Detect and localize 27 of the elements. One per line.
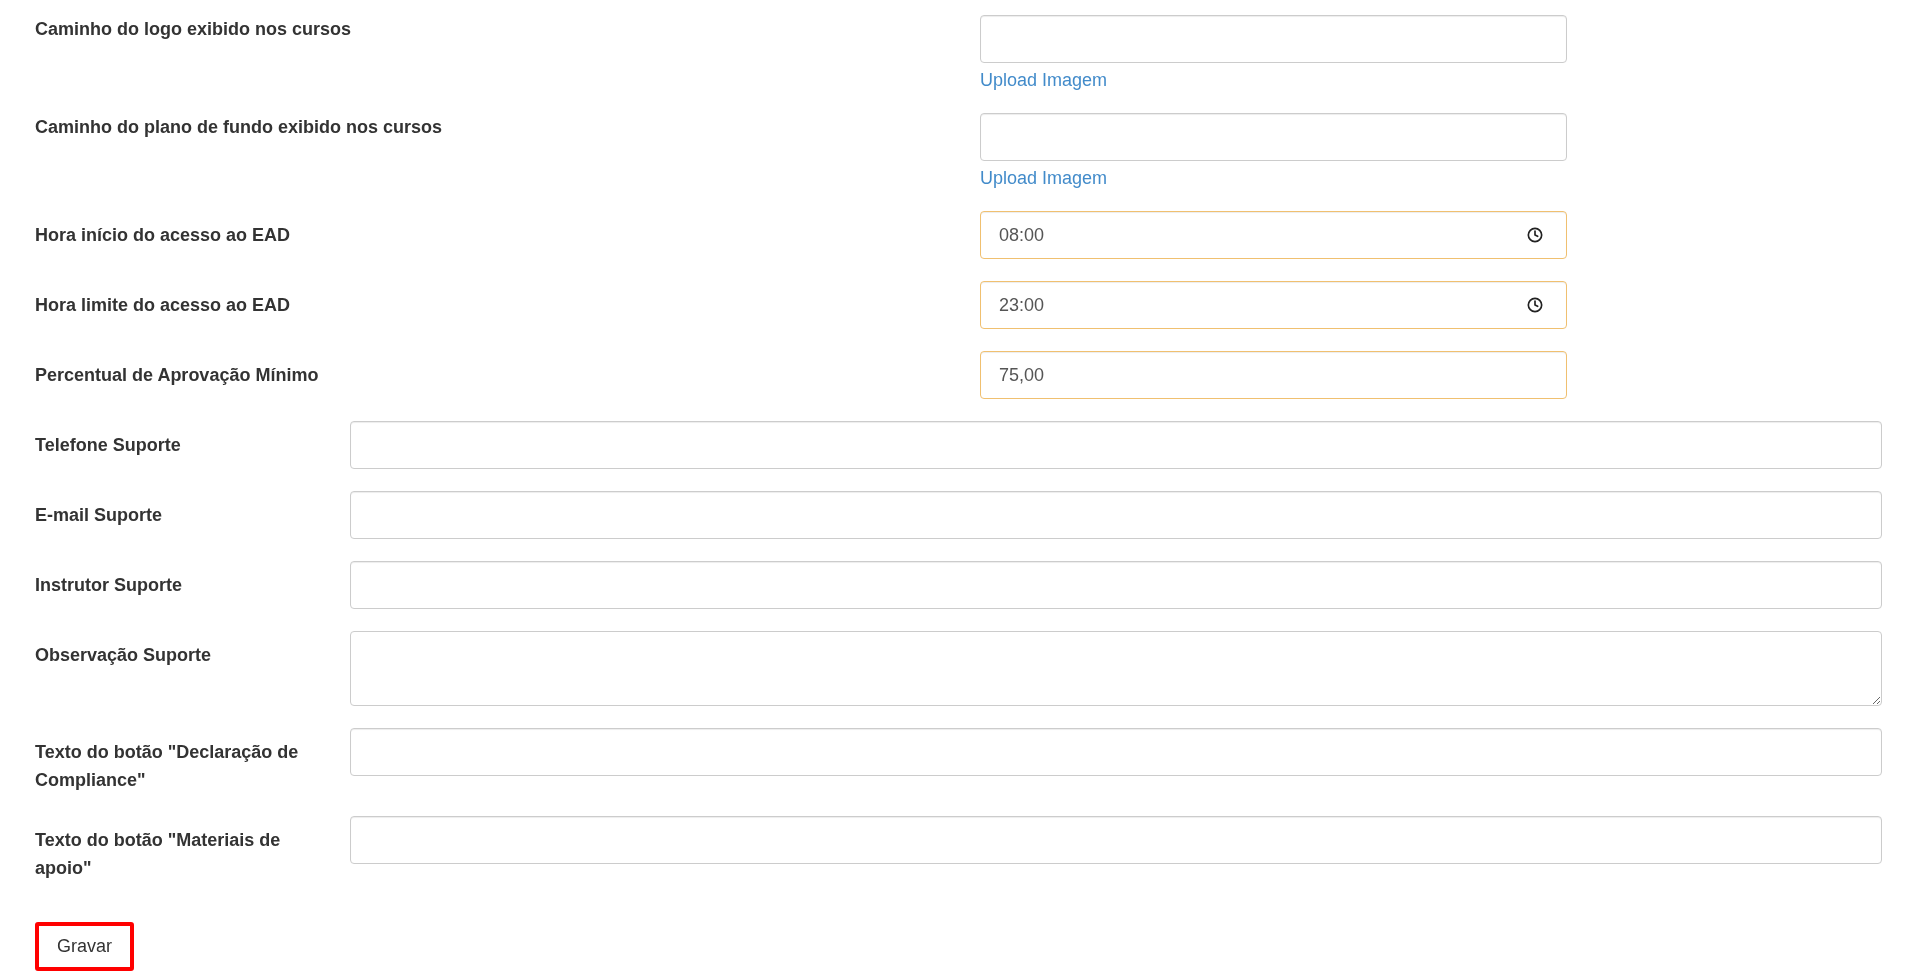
upload-image-link[interactable]: Upload Imagem: [980, 69, 1108, 91]
field-label: Percentual de Aprovação Mínimo: [35, 364, 320, 387]
field-label: Texto do botão "Declaração de Compliance": [35, 741, 300, 792]
field-label: Instrutor Suporte: [35, 574, 183, 597]
input-field[interactable]: [350, 816, 1882, 864]
field-label: E-mail Suporte: [35, 504, 164, 527]
input-field[interactable]: [980, 15, 1567, 63]
upload-image-link[interactable]: Upload Imagem: [980, 167, 1108, 189]
input-field[interactable]: [350, 561, 1882, 609]
input-field[interactable]: [980, 113, 1567, 161]
time-field[interactable]: 08:00: [980, 211, 1567, 259]
field-label: Caminho do logo exibido nos cursos: [35, 18, 353, 41]
input-field[interactable]: [350, 421, 1882, 469]
input-field[interactable]: 75,00: [980, 351, 1567, 399]
field-label: Hora início do acesso ao EAD: [35, 224, 292, 247]
input-field[interactable]: [350, 728, 1882, 776]
input-field[interactable]: [350, 491, 1882, 539]
field-label: Texto do botão "Materiais de apoio": [35, 829, 282, 880]
clock-icon[interactable]: [1527, 227, 1543, 243]
clock-icon[interactable]: [1527, 297, 1543, 313]
field-label: Caminho do plano de fundo exibido nos cursos: [35, 116, 443, 139]
field-label: Observação Suporte: [35, 644, 213, 667]
field-label: Hora limite do acesso ao EAD: [35, 294, 292, 317]
text-area[interactable]: [350, 631, 1882, 706]
field-label: Telefone Suporte: [35, 434, 182, 457]
save-button[interactable]: Gravar: [35, 922, 134, 971]
time-field[interactable]: 23:00: [980, 281, 1567, 329]
